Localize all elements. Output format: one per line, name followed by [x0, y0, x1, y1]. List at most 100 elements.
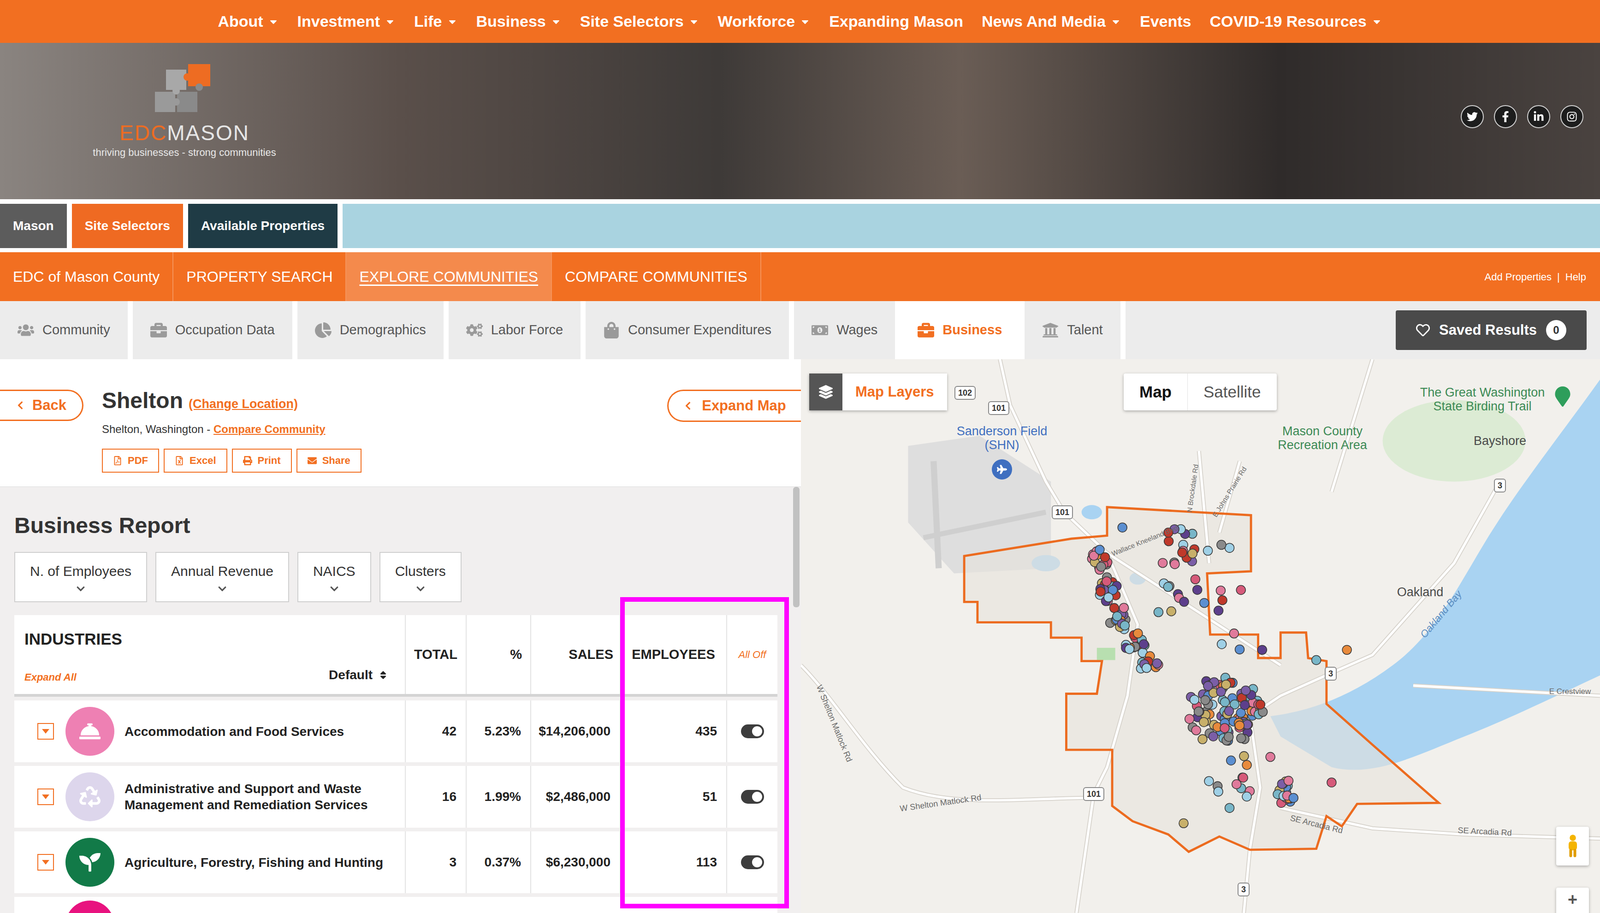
top-nav-item[interactable]: Investment: [297, 9, 397, 34]
map-pin[interactable]: [1096, 562, 1106, 572]
map-pin[interactable]: [1284, 776, 1294, 786]
main-nav-item[interactable]: PROPERTY SEARCH: [173, 252, 347, 302]
column-header[interactable]: SALES: [531, 615, 621, 694]
map-pin[interactable]: [1200, 695, 1210, 705]
map-pin[interactable]: [1199, 598, 1209, 608]
top-nav-item[interactable]: Events: [1139, 9, 1192, 34]
report-tab[interactable]: Business: [900, 301, 1025, 360]
column-header[interactable]: TOTAL: [405, 615, 467, 694]
map-pin[interactable]: [1190, 574, 1200, 584]
airport-marker[interactable]: [991, 459, 1013, 480]
map-pin[interactable]: [1311, 655, 1322, 665]
column-header[interactable]: EMPLOYEES: [620, 615, 728, 694]
table-row[interactable]: Accommodation and Food Services425.23%$1…: [14, 700, 778, 763]
report-tab[interactable]: Consumer Expenditures: [585, 301, 795, 360]
report-tab[interactable]: Wages: [794, 301, 901, 360]
table-row[interactable]: Agriculture, Forestry, Fishing and Hunti…: [14, 831, 778, 894]
top-nav-item[interactable]: About: [217, 9, 279, 34]
map-pin[interactable]: [1257, 645, 1267, 655]
expand-button[interactable]: [37, 788, 54, 806]
map-pin[interactable]: [1153, 607, 1163, 617]
export-button[interactable]: Share: [296, 448, 362, 473]
toggle-switch[interactable]: [740, 855, 765, 870]
map-pin[interactable]: [1208, 731, 1218, 741]
map-pin[interactable]: [1177, 547, 1187, 558]
toggle-switch[interactable]: [740, 789, 765, 804]
map-pin[interactable]: [1225, 543, 1235, 553]
main-nav-item[interactable]: EXPLORE COMMUNITIES: [346, 252, 552, 302]
map-pin[interactable]: [1224, 706, 1234, 716]
map-pin[interactable]: [1152, 658, 1162, 669]
map-pin[interactable]: [1327, 777, 1337, 788]
map-pin[interactable]: [1224, 732, 1234, 742]
export-button[interactable]: Print: [231, 448, 292, 473]
sort-select[interactable]: Default: [328, 665, 395, 685]
toggle-all-header[interactable]: All Off: [727, 615, 778, 694]
table-row[interactable]: Administrative and Support and Waste Man…: [14, 765, 778, 828]
map-pin[interactable]: [1288, 793, 1298, 803]
table-row[interactable]: [14, 896, 778, 913]
map-pin[interactable]: [1215, 586, 1226, 596]
map-pin[interactable]: [1158, 558, 1168, 568]
map-pin[interactable]: [1220, 697, 1230, 707]
top-nav-item[interactable]: Site Selectors: [580, 9, 700, 34]
social-button[interactable]: [1493, 105, 1518, 129]
map-pin[interactable]: [1214, 605, 1224, 616]
map-pin[interactable]: [1179, 597, 1189, 607]
map-pin[interactable]: [1125, 644, 1135, 654]
map-pin[interactable]: [1221, 680, 1231, 690]
map-pin[interactable]: [1226, 755, 1236, 765]
report-tab[interactable]: Labor Force: [448, 301, 586, 360]
map-pin[interactable]: [1112, 611, 1122, 622]
map-pin[interactable]: [1142, 663, 1152, 673]
social-button[interactable]: [1560, 105, 1584, 129]
utility-link[interactable]: Add Properties: [1484, 269, 1553, 285]
map-pin[interactable]: [1163, 582, 1173, 592]
map-pin[interactable]: [1342, 645, 1352, 655]
report-tab[interactable]: Demographics: [297, 301, 449, 360]
main-nav-item[interactable]: COMPARE COMMUNITIES: [551, 252, 762, 302]
map-type-button[interactable]: Satellite: [1187, 373, 1277, 411]
map-pin[interactable]: [1117, 522, 1127, 533]
map-pin[interactable]: [1139, 639, 1149, 649]
map-pin[interactable]: [1102, 576, 1112, 587]
map-pin[interactable]: [1103, 592, 1114, 603]
map-pin[interactable]: [1191, 725, 1201, 735]
filter-dropdown[interactable]: NAICS: [297, 551, 372, 603]
expand-map-button[interactable]: Expand Map: [667, 389, 801, 422]
map-pin[interactable]: [1194, 706, 1204, 717]
map-pin[interactable]: [1166, 606, 1176, 617]
map-pin[interactable]: [1199, 717, 1209, 727]
map-pin[interactable]: [1185, 714, 1195, 724]
trail-marker[interactable]: [1554, 385, 1571, 408]
change-location-link[interactable]: (Change Location): [188, 394, 298, 414]
map-type-button[interactable]: Map: [1123, 373, 1188, 411]
map-pin[interactable]: [1242, 792, 1252, 802]
street-view-button[interactable]: [1556, 826, 1589, 866]
map-pin[interactable]: [1239, 751, 1249, 761]
map-pin[interactable]: [1217, 595, 1227, 605]
main-nav-item[interactable]: EDC of Mason County: [0, 252, 174, 302]
map-pin[interactable]: [1187, 549, 1198, 559]
filter-dropdown[interactable]: Clusters: [379, 551, 462, 603]
map-pin[interactable]: [1255, 699, 1265, 710]
top-nav-item[interactable]: Workforce: [717, 9, 812, 34]
map-pin[interactable]: [1229, 628, 1239, 639]
map-pin[interactable]: [1170, 559, 1180, 569]
map-pin[interactable]: [1133, 628, 1143, 639]
map-pin[interactable]: [1096, 586, 1106, 597]
map-pin[interactable]: [1203, 545, 1213, 556]
expand-all-link[interactable]: Expand All: [24, 669, 77, 685]
map-pin[interactable]: [1242, 760, 1252, 770]
top-nav-item[interactable]: Expanding Mason: [829, 9, 964, 34]
site-tab[interactable]: Mason: [0, 203, 67, 249]
map-pin[interactable]: [1236, 733, 1246, 743]
map-pin[interactable]: [1234, 720, 1245, 730]
logo[interactable]: EDCMASONthriving businesses - strong com…: [92, 56, 277, 160]
map-pin[interactable]: [1197, 734, 1208, 744]
report-tab[interactable]: Community: [0, 301, 133, 360]
map-pin[interactable]: [1235, 644, 1245, 654]
site-tab[interactable]: Available Properties: [188, 203, 338, 249]
map-pin[interactable]: [1192, 585, 1203, 595]
map-layers-button[interactable]: Map Layers: [809, 373, 948, 411]
